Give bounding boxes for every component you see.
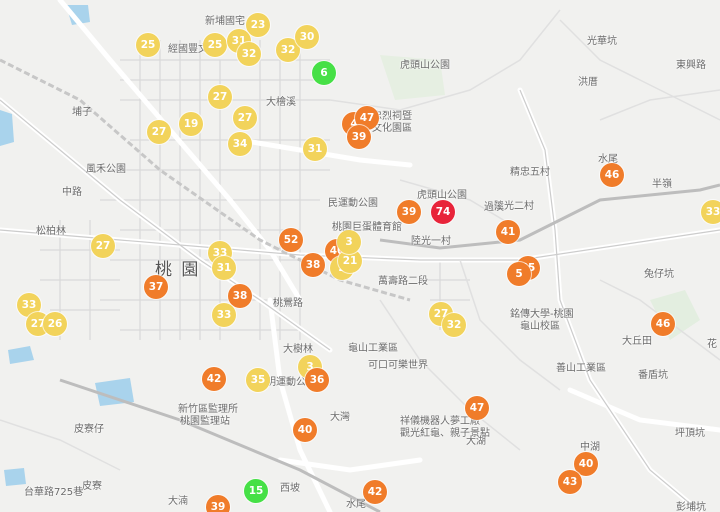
- aqi-marker[interactable]: 39: [397, 200, 421, 224]
- aqi-marker[interactable]: 23: [246, 13, 270, 37]
- place-label: 龜山校區: [520, 321, 560, 332]
- place-label: 祥儀機器人夢工廠: [400, 416, 480, 427]
- aqi-marker[interactable]: 41: [496, 220, 520, 244]
- aqi-marker[interactable]: 5: [507, 262, 531, 286]
- place-label: 風禾公園: [86, 164, 126, 175]
- aqi-marker[interactable]: 38: [301, 253, 325, 277]
- place-label: 虎頭山公園: [400, 60, 450, 71]
- aqi-marker[interactable]: 40: [293, 418, 317, 442]
- aqi-marker[interactable]: 27: [233, 106, 257, 130]
- aqi-marker[interactable]: 30: [295, 25, 319, 49]
- aqi-marker[interactable]: 37: [144, 275, 168, 299]
- place-label: 彭埔坑: [676, 502, 706, 512]
- place-label: 萬壽路二段: [378, 276, 428, 287]
- place-label: 皮寮仔: [74, 424, 104, 435]
- place-label: 花: [707, 339, 717, 350]
- place-label: 松柏林: [36, 226, 66, 237]
- place-label: 大灣: [330, 412, 350, 423]
- place-label: 過溪: [484, 202, 504, 213]
- aqi-marker[interactable]: 31: [212, 256, 236, 280]
- aqi-marker[interactable]: 27: [208, 85, 232, 109]
- aqi-marker[interactable]: 46: [600, 163, 624, 187]
- aqi-marker[interactable]: 25: [203, 33, 227, 57]
- place-label: 光華坑: [587, 36, 617, 47]
- place-label: 半嶺: [652, 179, 672, 190]
- aqi-marker[interactable]: 32: [442, 313, 466, 337]
- place-label: 西坡: [280, 483, 300, 494]
- place-label: 善山工業區: [556, 363, 606, 374]
- place-label: 大湳: [168, 496, 188, 507]
- aqi-marker[interactable]: 38: [228, 284, 252, 308]
- aqi-marker[interactable]: 34: [228, 132, 252, 156]
- aqi-marker[interactable]: 32: [237, 42, 261, 66]
- place-label: 可口可樂世界: [368, 360, 428, 371]
- place-label: 大檜溪: [266, 97, 296, 108]
- aqi-marker[interactable]: 47: [465, 396, 489, 420]
- place-label: 皮寮: [82, 481, 102, 492]
- aqi-marker[interactable]: 6: [312, 61, 336, 85]
- place-label: 桃園監理站: [180, 416, 230, 427]
- aqi-marker[interactable]: 26: [43, 312, 67, 336]
- aqi-marker[interactable]: 19: [179, 112, 203, 136]
- aqi-marker[interactable]: 42: [202, 367, 226, 391]
- aqi-marker[interactable]: 33: [212, 303, 236, 327]
- place-label: 水尾: [346, 499, 366, 510]
- aqi-marker[interactable]: 52: [279, 228, 303, 252]
- place-label: 桃鶯路: [273, 298, 303, 309]
- aqi-marker[interactable]: 36: [305, 368, 329, 392]
- place-label: 精忠五村: [510, 167, 550, 178]
- aqi-marker[interactable]: 25: [136, 33, 160, 57]
- aqi-marker[interactable]: 3: [337, 230, 361, 254]
- aqi-marker[interactable]: 33: [701, 200, 720, 224]
- aqi-marker[interactable]: 42: [363, 480, 387, 504]
- aqi-marker[interactable]: 39: [206, 495, 230, 512]
- place-label: 桃 園: [155, 260, 201, 280]
- aqi-marker[interactable]: 15: [244, 479, 268, 503]
- place-label: 東興路: [676, 60, 706, 71]
- place-label: 大丘田: [622, 336, 652, 347]
- place-label: 洪厝: [578, 77, 598, 88]
- place-label: 文化園區: [372, 123, 412, 134]
- place-label: 中路: [62, 187, 82, 198]
- place-label: 新竹區監理所: [178, 404, 238, 415]
- place-label: 銘傳大學-桃園: [510, 309, 574, 320]
- place-label: 番盾坑: [638, 370, 668, 381]
- aqi-marker[interactable]: 39: [347, 125, 371, 149]
- aqi-marker[interactable]: 35: [246, 368, 270, 392]
- place-label: 陸光一村: [411, 236, 451, 247]
- place-label: 台華路725巷: [24, 487, 84, 498]
- place-label: 新埔國宅: [205, 16, 245, 27]
- place-label: 坪頂坑: [675, 428, 705, 439]
- place-label: 埔子: [72, 107, 92, 118]
- place-label: 民運動公園: [328, 198, 378, 209]
- aqi-marker[interactable]: 74: [431, 200, 455, 224]
- aqi-marker[interactable]: 46: [651, 312, 675, 336]
- aqi-marker[interactable]: 43: [558, 470, 582, 494]
- aqi-marker[interactable]: 31: [303, 137, 327, 161]
- aqi-marker[interactable]: 27: [147, 120, 171, 144]
- place-label: 兔仔坑: [644, 269, 674, 280]
- aqi-marker[interactable]: 27: [91, 234, 115, 258]
- place-label: 龜山工業區: [348, 343, 398, 354]
- place-label: 大湖: [466, 436, 486, 447]
- map-view[interactable]: 新埔國宅 經國豐文國 大檜溪 埔子 風禾公園 中路 松柏林桃 園虎頭山公園 忠烈祠暨 文化園區虎…: [0, 0, 720, 512]
